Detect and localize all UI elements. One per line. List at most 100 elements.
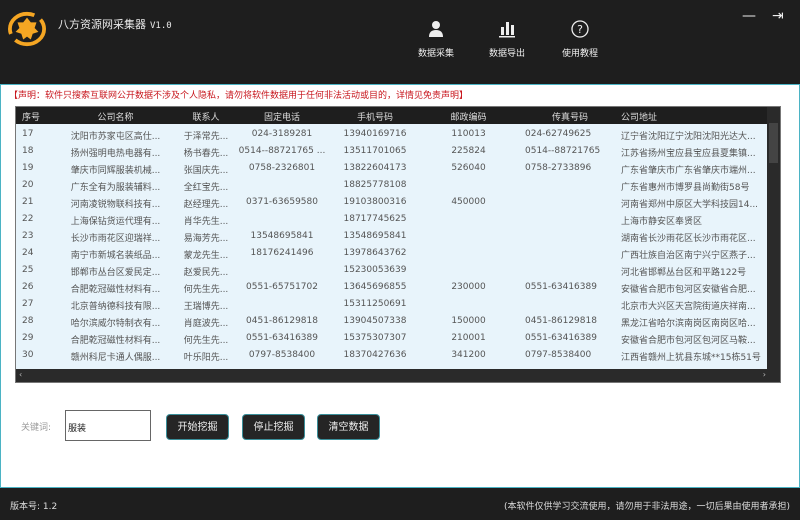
table-cell: 28 <box>22 316 34 326</box>
scroll-left-icon[interactable]: ‹ <box>19 370 22 379</box>
main-panel: 【声明：软件只搜索互联网公开数据不涉及个人隐私，请勿将软件数据用于任何非法活动或… <box>0 84 800 488</box>
table-cell: 150000 <box>451 316 486 326</box>
table-row[interactable]: 18 扬州强明电热电器有... 杨书春先... 0514--88721765 ... 1… <box>16 143 768 160</box>
table-cell: 15375307307 <box>343 333 407 343</box>
table-cell: 18370427636 <box>343 350 407 360</box>
table-cell: 20 <box>22 180 34 190</box>
table-cell: 18717745625 <box>343 214 407 224</box>
table-cell: 30 <box>22 350 34 360</box>
table-cell: 河南凌锐物联科技有... <box>70 200 161 210</box>
app-logo <box>8 11 46 47</box>
table-cell: 0514--88721765 ... <box>238 146 326 156</box>
table-cell: 合肥乾冠磁性材料有... <box>70 285 161 295</box>
table-row[interactable]: 26 合肥乾冠磁性材料有... 何先生先... 0551-65751702 136456… <box>16 279 768 296</box>
table-cell: 110013 <box>451 129 486 139</box>
table-cell: 0551-63416389 <box>525 282 597 292</box>
table-row[interactable]: 22 上海保钻货运代理有... 肖华先生... 18717745625 上海市静安区奉贤… <box>16 211 768 228</box>
table-cell: 于泽常先... <box>183 132 229 142</box>
table-cell: 13548695841 <box>250 231 314 241</box>
table-cell: 18 <box>22 146 34 156</box>
app-title: 八方资源网采集器 V1.0 <box>58 18 172 31</box>
table-cell: 13904507338 <box>343 316 407 326</box>
column-header[interactable]: 序号 <box>22 110 62 123</box>
table-cell: 赵爱民先... <box>183 268 229 278</box>
table-row[interactable]: 27 北京普纳德科技有限... 王瑞博先... 15311250691 北京市大兴区天宫… <box>16 296 768 313</box>
table-cell: 南宁市新城名装纸品... <box>70 251 161 261</box>
version-label: 版本号: 1.2 <box>10 502 58 512</box>
table-cell: 19103800316 <box>343 197 407 207</box>
table-cell: 长沙市雨花区迎瑞祥... <box>70 234 161 244</box>
column-header[interactable]: 手机号码 <box>329 110 421 123</box>
table-row[interactable]: 29 合肥乾冠磁性材料有... 何先生先... 0551-63416389 153753… <box>16 330 768 347</box>
table-cell: 何先生先... <box>183 336 229 346</box>
column-header[interactable]: 联系人 <box>176 110 236 123</box>
table-cell: 上海市静安区奉贤区 <box>621 217 703 227</box>
table-cell: 13940169716 <box>343 129 407 139</box>
table-row[interactable]: 30 赣州科尼卡通人偶服... 叶乐阳先... 0797-8538400 1837042… <box>16 347 768 364</box>
column-header[interactable]: 公司名称 <box>58 110 173 123</box>
table-row[interactable]: 19 肇庆市同辉服装机械... 张国庆先... 0758-2326801 1382260… <box>16 160 768 177</box>
table-cell: 广东全有为服装辅料... <box>70 183 161 193</box>
table-cell: 张国庆先... <box>183 166 229 176</box>
clear-data-button[interactable]: 清空数据 <box>317 414 380 440</box>
table-cell: 肖庭波先... <box>183 319 229 329</box>
table-cell: 沈阳市苏家屯区高仕... <box>70 132 161 142</box>
disclaimer-notice: 【声明：软件只搜索互联网公开数据不涉及个人隐私，请勿将软件数据用于任何非法活动或… <box>9 91 469 101</box>
table-row[interactable]: 25 邯郸市丛台区爱民定... 赵爱民先... 15230053639 河北省邯郸丛台区… <box>16 262 768 279</box>
table-cell: 杨书春先... <box>183 149 229 159</box>
scroll-right-icon[interactable]: › <box>763 370 766 379</box>
table-row[interactable]: 28 哈尔滨威尔特制衣有... 肖庭波先... 0451-86129818 139045… <box>16 313 768 330</box>
horizontal-scrollbar[interactable]: ‹ › <box>16 369 780 382</box>
keyword-input[interactable]: 服装 <box>65 410 151 441</box>
table-row[interactable]: 17 沈阳市苏家屯区高仕... 于泽常先... 024-3189281 13940169… <box>16 126 768 143</box>
table-cell: 13548695841 <box>343 231 407 241</box>
table-cell: 蒙龙先生... <box>183 251 229 261</box>
scroll-thumb[interactable] <box>769 123 778 163</box>
column-header[interactable]: 固定电话 <box>236 110 328 123</box>
table-cell: 18176241496 <box>250 248 314 258</box>
table-cell: 北京普纳德科技有限... <box>70 302 161 312</box>
title-bar: 八方资源网采集器 V1.0 数据采集 数据导出 ? 使用教程 — ⇥ <box>0 0 800 84</box>
table-cell: 13511701065 <box>343 146 407 156</box>
nav-tutorial[interactable]: ? 使用教程 <box>550 20 610 59</box>
svg-text:?: ? <box>577 23 583 36</box>
table-cell: 450000 <box>451 197 486 207</box>
table-cell: 河北省邯郸丛台区和平路122号 <box>621 268 747 278</box>
table-cell: 0451-86129818 <box>525 316 597 326</box>
table-cell: 22 <box>22 214 34 224</box>
table-row[interactable]: 21 河南凌锐物联科技有... 赵经理先... 0371-63659580 191038… <box>16 194 768 211</box>
column-header[interactable]: 传真号码 <box>525 110 615 123</box>
table-cell: 341200 <box>451 350 486 360</box>
nav-data-export[interactable]: 数据导出 <box>477 20 537 59</box>
table-cell: 0451-86129818 <box>246 316 318 326</box>
table-cell: 广东省惠州市博罗县尚勤街58号 <box>621 183 750 193</box>
results-table: 序号 公司名称 联系人 固定电话 手机号码 邮政编码 传真号码 公司地址 17 沈阳市苏家屯区高… <box>15 106 781 383</box>
table-row[interactable]: 20 广东全有为服装辅料... 全红宝先... 18825778108 广东省惠州市博罗… <box>16 177 768 194</box>
keyword-label: 关键词: <box>21 423 52 433</box>
table-cell: 赵经理先... <box>183 200 229 210</box>
table-cell: 526040 <box>451 163 486 173</box>
table-cell: 合肥乾冠磁性材料有... <box>70 336 161 346</box>
column-header[interactable]: 公司地址 <box>621 110 769 123</box>
table-cell: 上海保钻货运代理有... <box>70 217 161 227</box>
table-cell: 广西壮族自治区南宁兴宁区燕子... <box>621 251 756 261</box>
table-cell: 0551-65751702 <box>246 282 318 292</box>
vertical-scrollbar[interactable] <box>767 107 780 370</box>
table-row[interactable]: 23 长沙市雨花区迎瑞祥... 易海芳先... 13548695841 13548695… <box>16 228 768 245</box>
table-row[interactable]: 24 南宁市新城名装纸品... 蒙龙先生... 18176241496 13978643… <box>16 245 768 262</box>
start-mining-button[interactable]: 开始挖掘 <box>166 414 229 440</box>
table-cell: 25 <box>22 265 34 275</box>
stop-mining-button[interactable]: 停止挖掘 <box>242 414 305 440</box>
nav-data-collect[interactable]: 数据采集 <box>406 20 466 59</box>
table-cell: 0797-8538400 <box>248 350 316 360</box>
table-cell: 全红宝先... <box>183 183 229 193</box>
exit-button[interactable]: ⇥ <box>772 8 784 24</box>
table-cell: 15311250691 <box>343 299 407 309</box>
footer-disclaimer: (本软件仅供学习交流使用，请勿用于非法用途，一切后果由使用者承担) <box>503 502 790 512</box>
table-cell: 21 <box>22 197 34 207</box>
column-header[interactable]: 邮政编码 <box>421 110 516 123</box>
table-cell: 26 <box>22 282 34 292</box>
minimize-button[interactable]: — <box>742 8 756 24</box>
table-cell: 辽宁省沈阳辽宁沈阳沈阳光达大... <box>621 132 756 142</box>
table-cell: 河南省郑州中原区大学科技园14... <box>621 200 759 210</box>
